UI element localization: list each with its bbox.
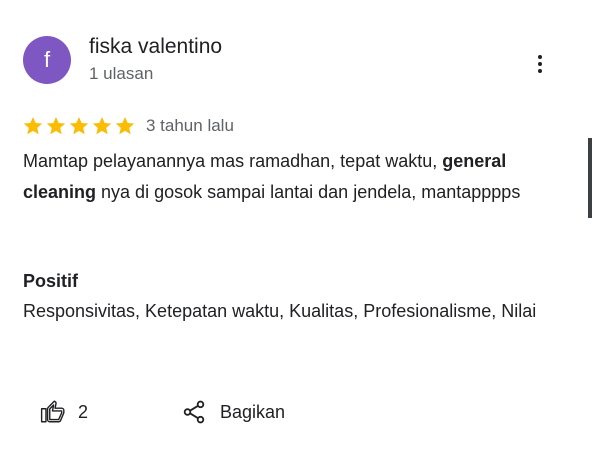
more-options-button[interactable] [528, 50, 552, 78]
star-icon [69, 117, 89, 135]
star-rating [22, 115, 137, 137]
rating-row: 3 tahun lalu [22, 113, 234, 139]
positives-title: Positif [23, 271, 79, 291]
positives-values: Responsivitas, Ketepatan waktu, Kualitas… [23, 301, 537, 321]
star-icon [23, 117, 43, 135]
avatar-initial: f [43, 47, 51, 72]
scrollbar[interactable] [588, 138, 592, 218]
review-card: f fiska valentino 1 ulasan 3 tahun lalu … [0, 0, 592, 472]
like-button[interactable]: 2 [40, 396, 88, 428]
share-label: Bagikan [220, 401, 286, 422]
review-text-part: Mamtap pelayanannya mas ramadhan, tepat … [23, 151, 443, 171]
share-button[interactable]: Bagikan [181, 396, 285, 428]
like-count: 2 [78, 401, 89, 422]
star-icon [46, 117, 66, 135]
reviewer-review-count: 1 ulasan [89, 64, 154, 83]
review-age: 3 tahun lalu [146, 116, 234, 135]
review-text-part: nya di gosok sampai lantai dan jendela, … [96, 182, 521, 202]
star-icon [92, 117, 112, 135]
star-icon [115, 117, 135, 135]
review-text: Mamtap pelayanannya mas ramadhan, tepat … [23, 146, 553, 208]
avatar[interactable]: f [23, 36, 71, 84]
reviewer-name[interactable]: fiska valentino [89, 35, 222, 59]
more-vert-icon [538, 55, 542, 59]
share-icon [183, 400, 205, 424]
thumb-up-icon [40, 400, 65, 423]
